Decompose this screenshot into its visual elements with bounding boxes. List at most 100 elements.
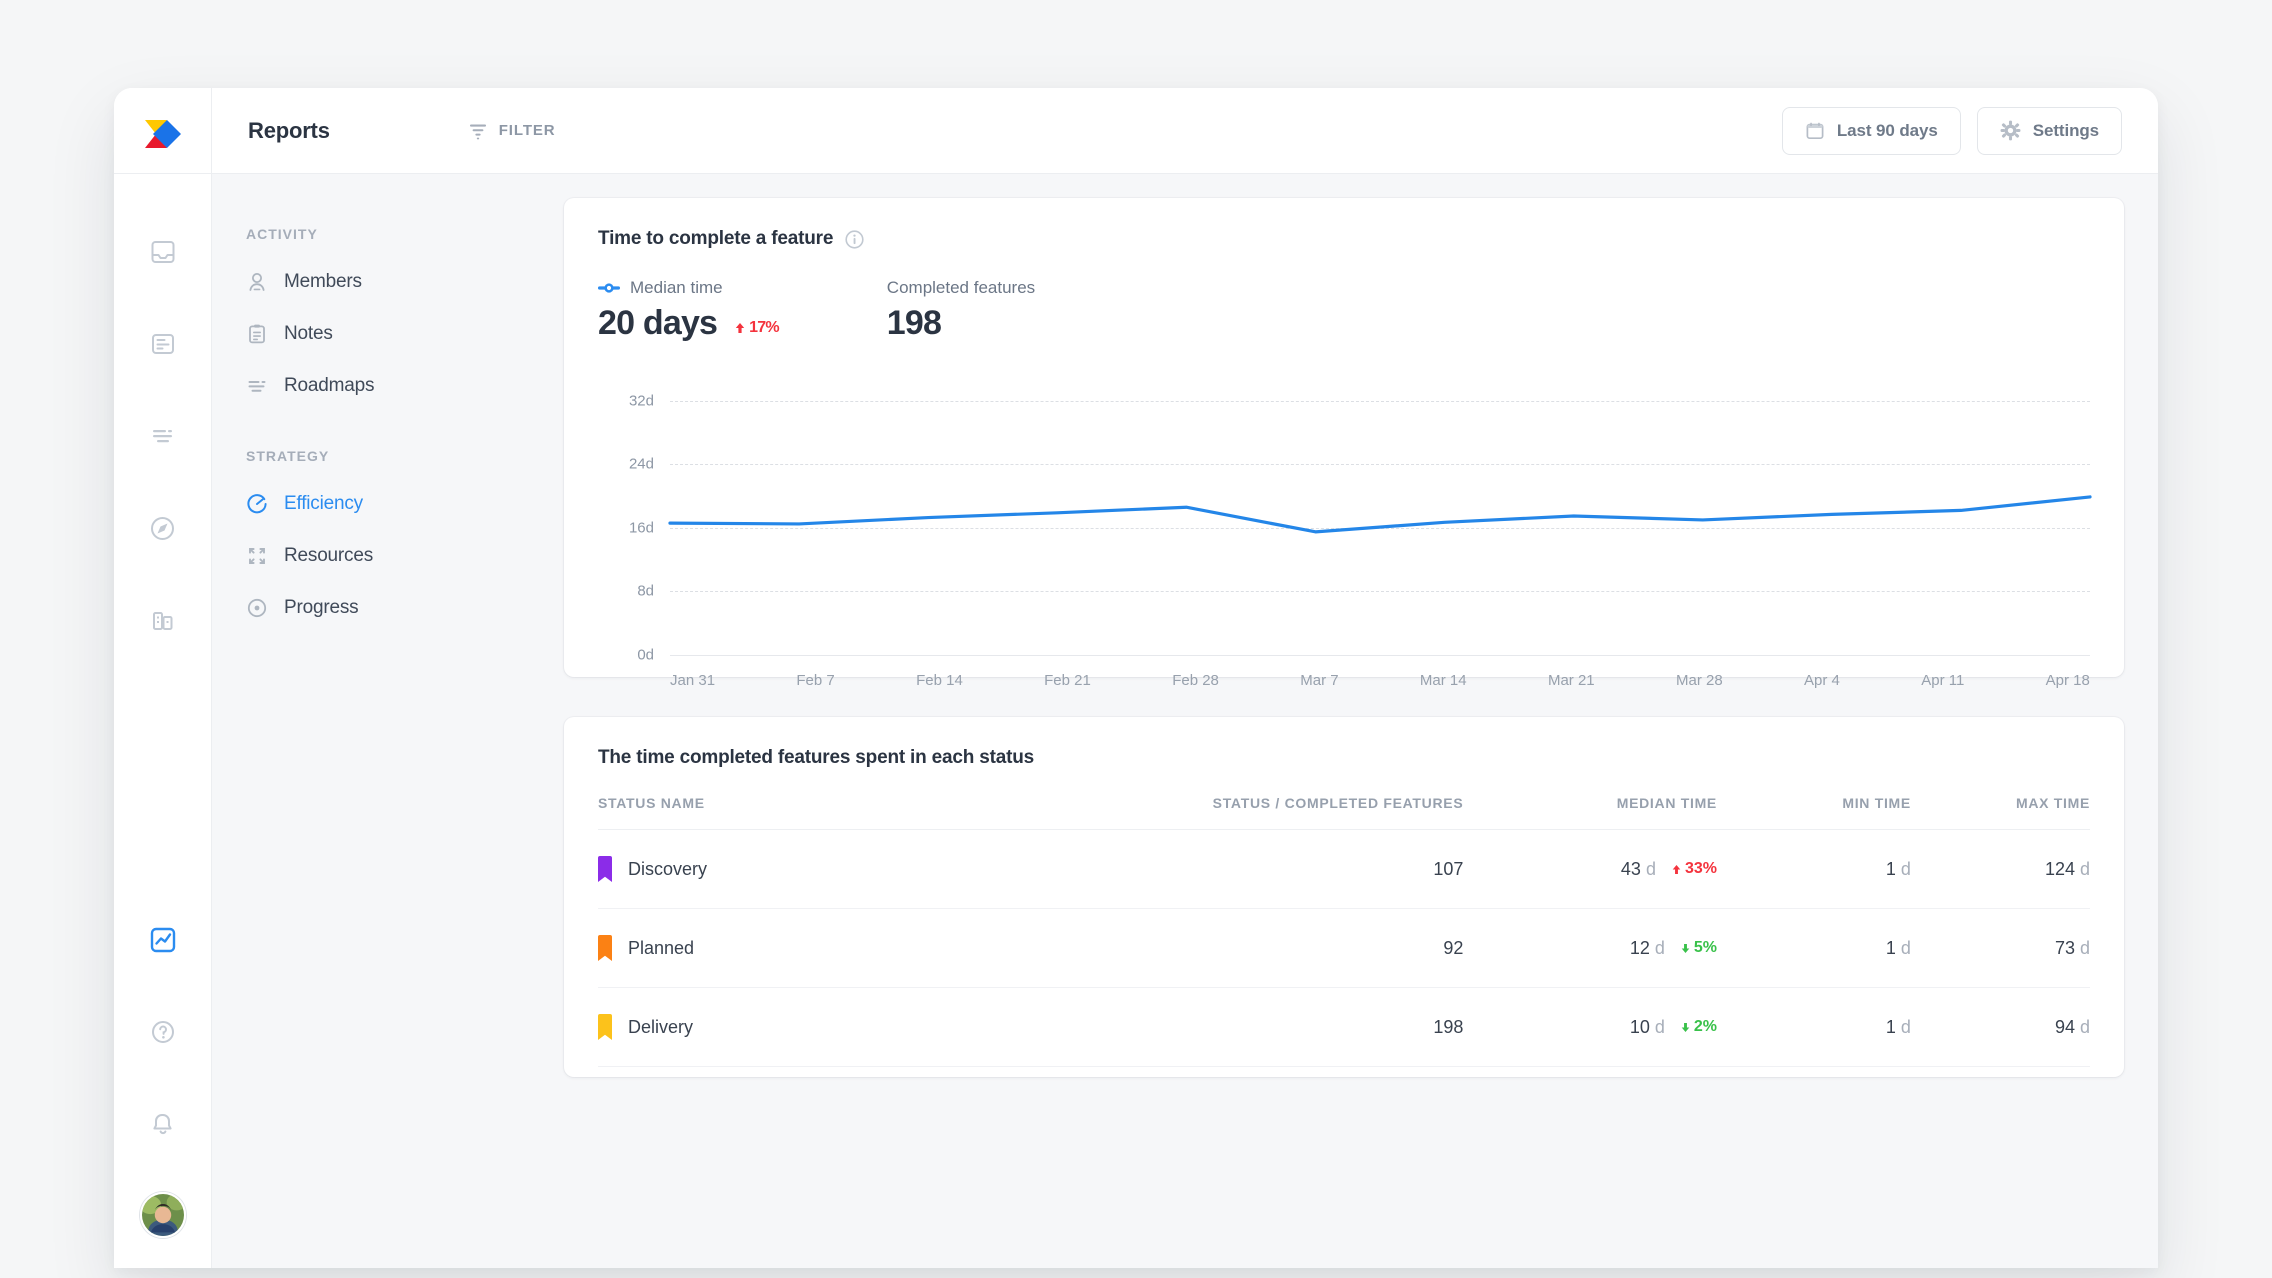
filter-button[interactable]: FILTER: [468, 121, 556, 141]
cell-status-name: Delivery: [598, 987, 1091, 1067]
settings-label: Settings: [2032, 120, 2099, 140]
rail-item-company[interactable]: [139, 596, 187, 644]
status-name-text: Planned: [628, 937, 695, 958]
chart-card-title: Time to complete a feature: [598, 228, 2090, 250]
sidebar-item-members[interactable]: Members: [246, 264, 532, 300]
roadmap-lines-icon: [248, 381, 266, 392]
cell-max-time: 124 d: [1910, 829, 2090, 909]
table-row[interactable]: Planned 92 12 d 5% 1 d 73 d: [598, 908, 2090, 988]
rail-item-notifications[interactable]: [139, 1100, 187, 1148]
sidebar-item-efficiency[interactable]: Efficiency: [246, 486, 532, 522]
unit-label: d: [1654, 937, 1665, 958]
progress-target-icon: [247, 598, 267, 618]
date-range-button[interactable]: Last 90 days: [1781, 106, 1961, 155]
rail-item-help[interactable]: [139, 1008, 187, 1056]
chart-y-tick: 24d: [628, 455, 654, 473]
gear-icon: [2000, 120, 2021, 141]
info-icon[interactable]: [845, 229, 864, 249]
sidebar-item-resources[interactable]: Resources: [246, 538, 532, 574]
building-icon: [152, 612, 172, 630]
logo-cell[interactable]: [114, 88, 212, 173]
median-time-value: 12 d: [1629, 937, 1665, 958]
chart-title-text: Time to complete a feature: [598, 228, 834, 249]
rail-item-inbox[interactable]: [139, 228, 187, 276]
median-time-line: [668, 495, 2092, 534]
arrow-up-icon: [735, 323, 745, 333]
chart-y-tick: 16d: [628, 519, 654, 537]
unit-label: d: [1645, 858, 1656, 879]
sidebar-item-label: Members: [284, 271, 362, 292]
sidebar-item-label: Progress: [284, 597, 359, 618]
col-status-name: STATUS NAME: [598, 795, 1091, 830]
sidebar-item-label: Efficiency: [284, 493, 363, 514]
chart-plot-area: [668, 369, 2092, 655]
filter-icon: [469, 124, 486, 139]
chart-x-tick: Mar 7: [1300, 672, 1339, 689]
rail-item-reports[interactable]: [139, 916, 187, 964]
status-tag-icon: [598, 1014, 612, 1040]
nav-group-label-strategy: STRATEGY: [246, 448, 330, 464]
rail-item-roadmaps[interactable]: [139, 412, 187, 460]
cell-max-time: 73 d: [1910, 908, 2090, 988]
unit-label: d: [1900, 858, 1911, 879]
chart-x-tick: Jan 31: [670, 672, 716, 689]
median-delta: 33%: [1672, 860, 1717, 878]
efficiency-gauge-icon: [247, 494, 267, 514]
sidebar-item-label: Resources: [284, 545, 374, 566]
median-time-value: 10 d: [1629, 1016, 1665, 1037]
rail-item-explore[interactable]: [139, 504, 187, 552]
metric-label: Median time: [630, 278, 723, 297]
settings-button[interactable]: Settings: [1976, 106, 2122, 155]
main-content: Time to complete a feature Median time 2…: [532, 174, 2158, 1268]
sidebar-item-notes[interactable]: Notes: [246, 316, 532, 352]
table-row[interactable]: Delivery 198 10 d 2% 1 d 94 d: [598, 987, 2090, 1067]
sidebar-item-label: Roadmaps: [284, 375, 375, 396]
sidebar-item-progress[interactable]: Progress: [246, 590, 532, 626]
compass-icon: [151, 516, 174, 540]
status-name-text: Delivery: [628, 1016, 694, 1037]
table-card-title: The time completed features spent in eac…: [598, 747, 2090, 769]
roadmap-lines-icon: [152, 430, 172, 443]
table-header-row: STATUS NAME STATUS / COMPLETED FEATURES …: [598, 795, 2090, 830]
cell-median-time: 12 d 5%: [1463, 908, 1717, 988]
median-time-value: 43 d: [1620, 858, 1656, 879]
chart-x-tick: Apr 4: [1804, 672, 1840, 689]
chart-x-tick: Mar 21: [1547, 672, 1595, 689]
chart-y-tick: 8d: [637, 582, 654, 600]
chart-x-tick: Feb 14: [916, 672, 963, 689]
inbox-icon: [151, 241, 174, 263]
document-icon: [151, 334, 174, 354]
filter-label: FILTER: [498, 122, 556, 139]
metric-value: 20 days: [598, 304, 718, 342]
chart-x-axis: Jan 31 Feb 7 Feb 14 Feb 21 Feb 28 Mar 7 Mar 14…: [670, 672, 2090, 689]
table-row[interactable]: Discovery 107 43 d 33% 1 d 124 d: [598, 829, 2090, 909]
cell-completed-features: 107: [1090, 829, 1464, 909]
unit-label: d: [2079, 937, 2090, 958]
table-body: Discovery 107 43 d 33% 1 d 124 d Planned 92 12 d…: [598, 829, 2090, 1067]
metric-delta-value: 17%: [749, 319, 779, 336]
chart-gridline: [670, 655, 2090, 656]
cell-min-time: 1 d: [1716, 987, 1911, 1067]
col-min-time: MIN TIME: [1716, 795, 1911, 830]
resources-expand-icon: [249, 548, 265, 564]
sidebar-item-roadmaps[interactable]: Roadmaps: [246, 368, 532, 404]
chart-card: Time to complete a feature Median time 2…: [564, 198, 2124, 689]
icon-rail: [114, 174, 212, 1268]
nav-group-label-activity: ACTIVITY: [246, 226, 318, 242]
status-table-card: The time completed features spent in eac…: [564, 717, 2124, 1077]
app-window: Reports FILTER Last 90 days Settings ACT…: [114, 88, 2158, 1268]
date-range-label: Last 90 days: [1836, 120, 1938, 140]
table-title-text: The time completed features spent in eac…: [598, 747, 1034, 768]
avatar-image: [141, 1194, 184, 1236]
rail-item-documents[interactable]: [139, 320, 187, 368]
col-median-time: MEDIAN TIME: [1463, 795, 1717, 830]
status-name-text: Discovery: [628, 858, 708, 879]
chart-x-tick: Mar 28: [1675, 672, 1723, 689]
calendar-icon: [1806, 122, 1824, 139]
top-bar: Reports FILTER Last 90 days Settings: [114, 88, 2158, 174]
median-delta-value: 33%: [1684, 860, 1717, 877]
line-chart: 0d 8d 16d 24d 32d Jan 31 Feb 7 Feb 14 Feb 21 Feb…: [598, 369, 2092, 689]
median-delta-value: 5%: [1693, 939, 1717, 956]
user-avatar[interactable]: [139, 1192, 186, 1238]
cell-min-time: 1 d: [1716, 908, 1911, 988]
